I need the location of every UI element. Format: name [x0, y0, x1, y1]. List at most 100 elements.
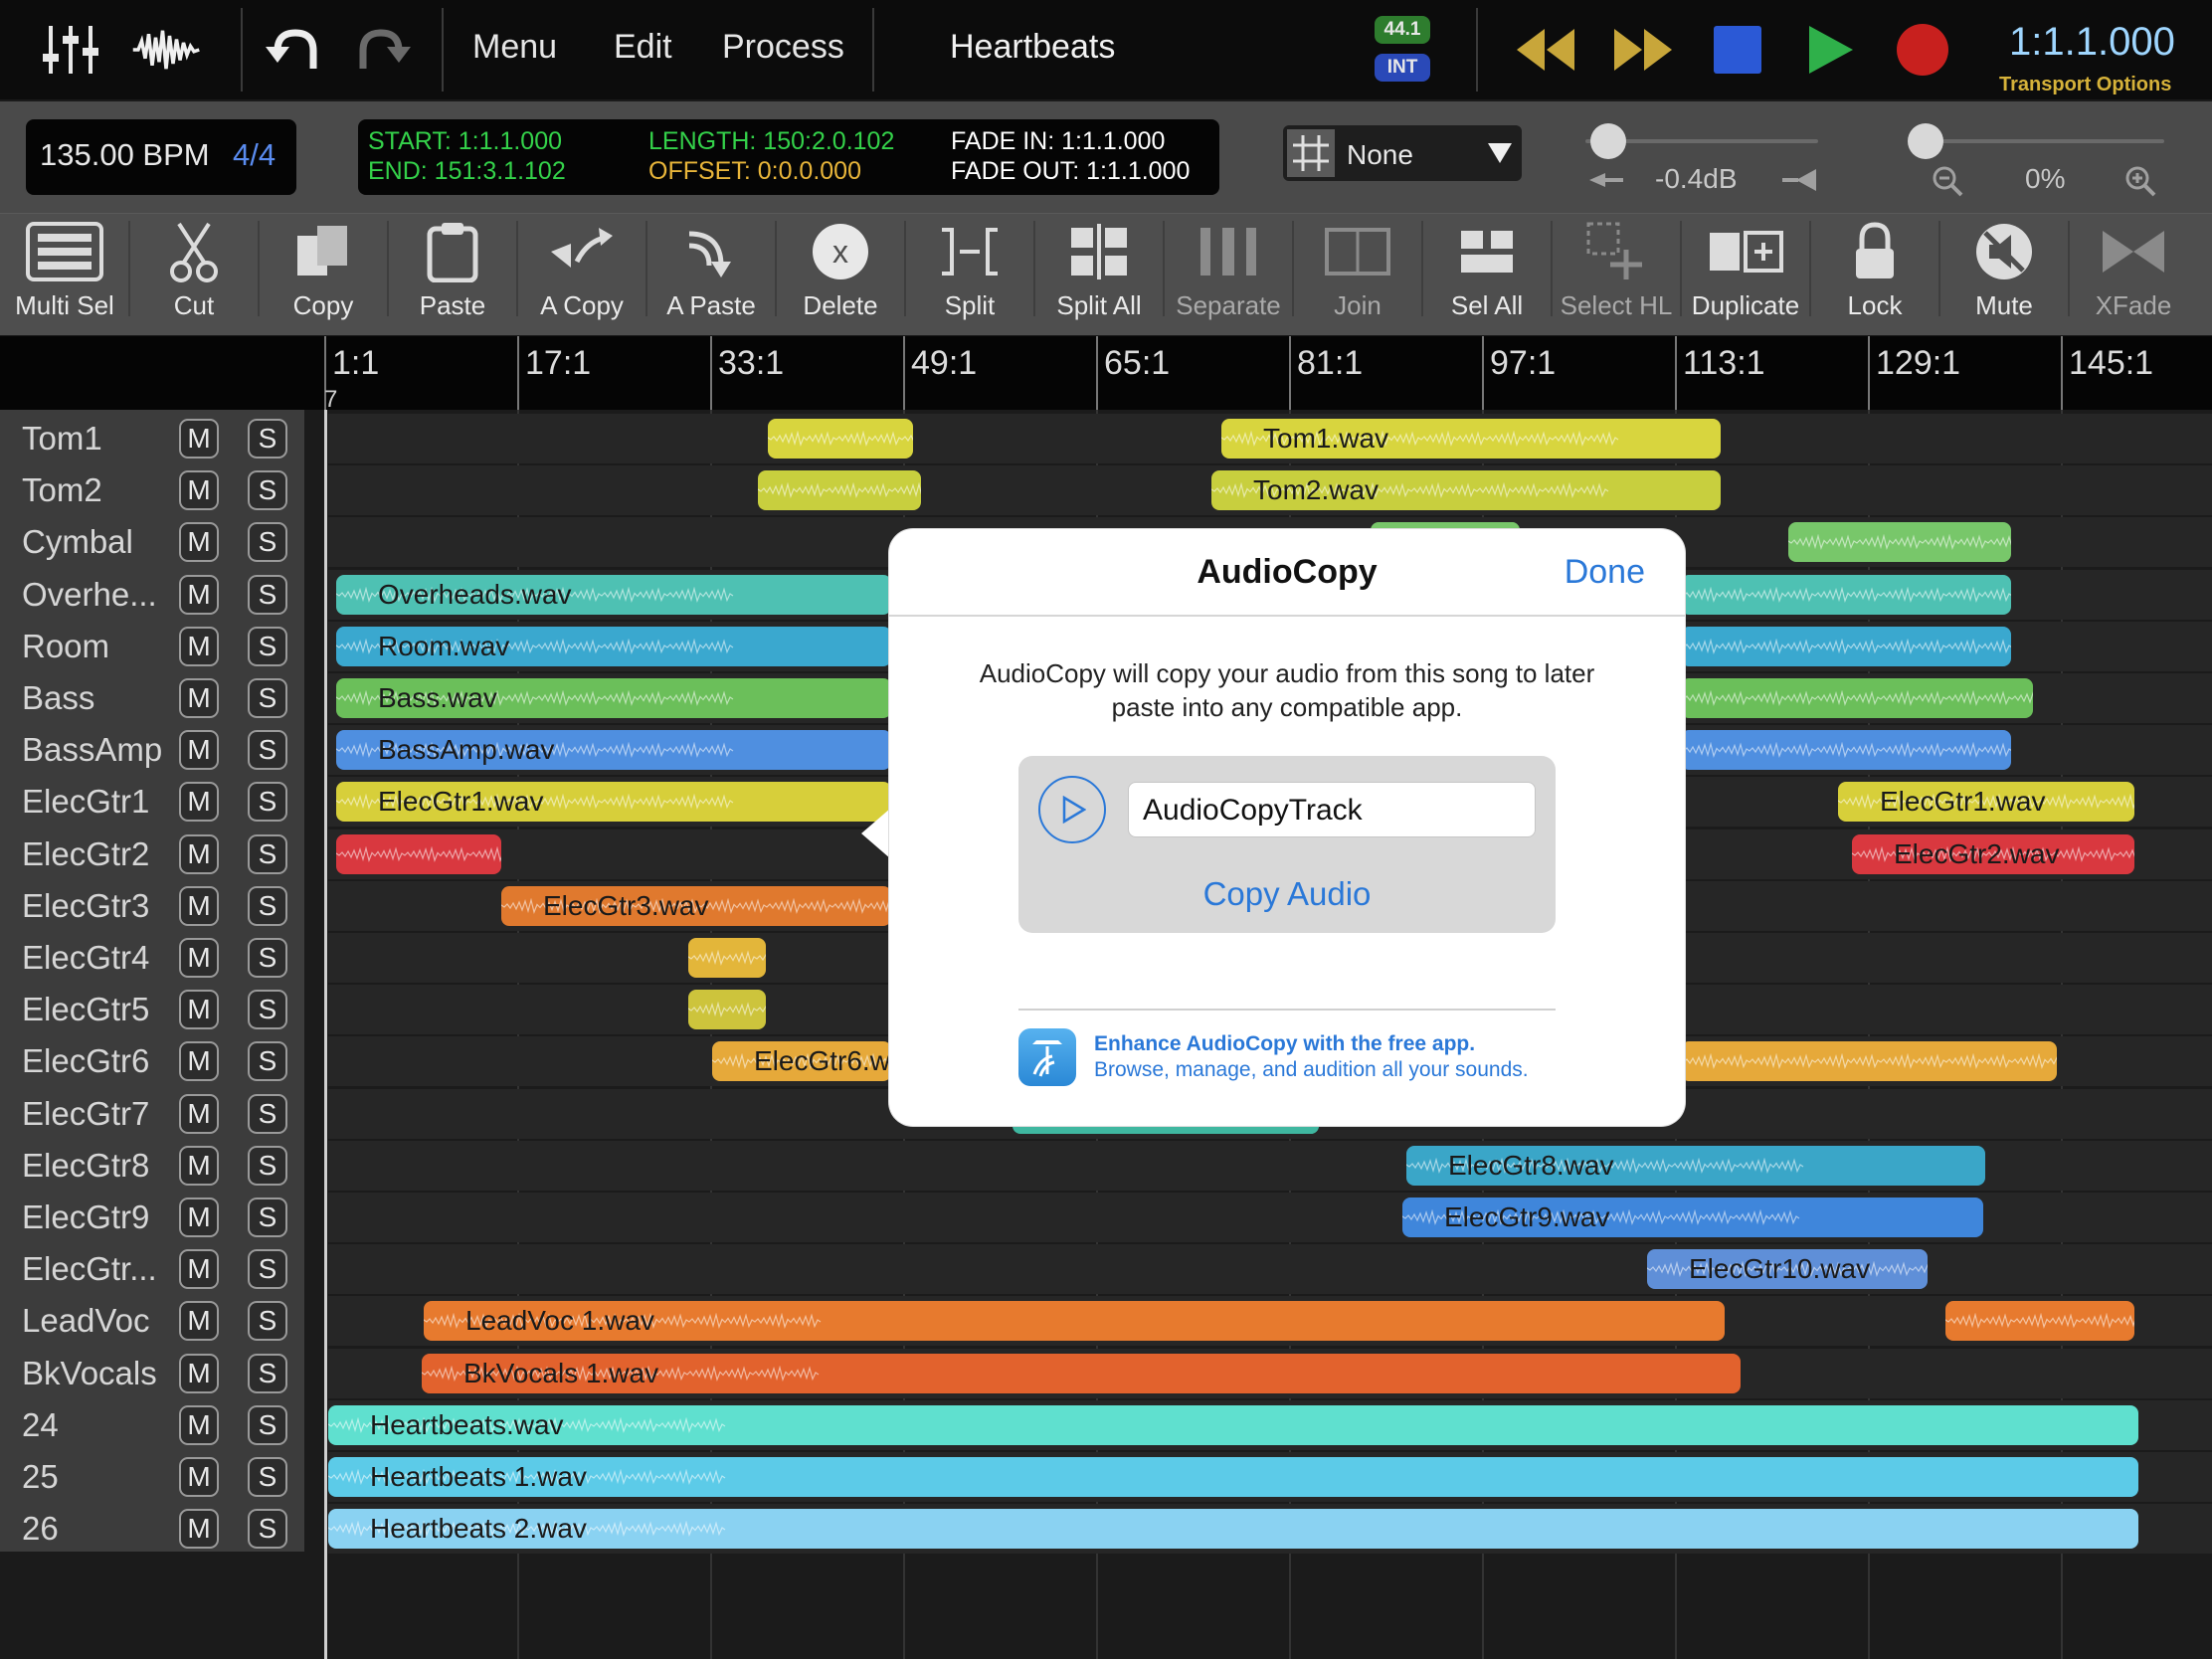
- solo-button[interactable]: S: [248, 1249, 287, 1290]
- mute-button[interactable]: M: [179, 990, 219, 1030]
- solo-button[interactable]: S: [248, 833, 287, 874]
- audio-clip[interactable]: Room.wav: [336, 626, 891, 666]
- mute-button[interactable]: M: [179, 1041, 219, 1082]
- mute-button[interactable]: M: [179, 574, 219, 615]
- audio-clip[interactable]: Heartbeats.wav: [328, 1404, 2138, 1445]
- track-name[interactable]: ElecGtr2: [22, 835, 149, 873]
- tool-split[interactable]: Split: [905, 213, 1034, 332]
- mute-button[interactable]: M: [179, 1457, 219, 1497]
- track-name[interactable]: ElecGtr8: [22, 1147, 149, 1185]
- track-name[interactable]: Cymbal: [22, 523, 133, 561]
- audio-clip[interactable]: [1681, 1041, 2057, 1082]
- audio-clip[interactable]: Tom2.wav: [1211, 470, 1721, 511]
- audio-clip[interactable]: LeadVoc 1.wav: [424, 1301, 1725, 1342]
- audio-clip[interactable]: [1945, 1301, 2134, 1342]
- mute-button[interactable]: M: [179, 1301, 219, 1342]
- tool-multi-sel[interactable]: Multi Sel: [0, 213, 129, 332]
- mute-button[interactable]: M: [179, 522, 219, 563]
- mute-button[interactable]: M: [179, 1509, 219, 1550]
- mute-button[interactable]: M: [179, 678, 219, 718]
- audio-clip[interactable]: Overheads.wav: [336, 574, 891, 615]
- mute-button[interactable]: M: [179, 782, 219, 823]
- transport-options-link[interactable]: Transport Options: [1999, 74, 2171, 96]
- track-name[interactable]: ElecGtr...: [22, 1250, 157, 1288]
- menu-process[interactable]: Process: [722, 28, 844, 67]
- mute-button[interactable]: M: [179, 1404, 219, 1445]
- solo-button[interactable]: S: [248, 1457, 287, 1497]
- fast-forward-icon[interactable]: [1609, 18, 1679, 82]
- zoom-out-icon[interactable]: [1932, 165, 1963, 197]
- track-name[interactable]: Tom2: [22, 471, 102, 509]
- audio-clip[interactable]: [1681, 678, 2033, 718]
- stop-icon[interactable]: [1703, 18, 1772, 82]
- rewind-icon[interactable]: [1510, 18, 1579, 82]
- tool-join[interactable]: Join: [1293, 213, 1422, 332]
- audio-clip[interactable]: ElecGtr1.wav: [1838, 782, 2134, 823]
- clock-source-badge[interactable]: INT: [1375, 54, 1430, 82]
- track-name[interactable]: ElecGtr4: [22, 939, 149, 977]
- track-name[interactable]: Overhe...: [22, 576, 157, 614]
- tool-lock[interactable]: Lock: [1810, 213, 1939, 332]
- tool-a-paste[interactable]: A Paste: [646, 213, 776, 332]
- solo-button[interactable]: S: [248, 1509, 287, 1550]
- mute-button[interactable]: M: [179, 730, 219, 771]
- audio-clip[interactable]: Heartbeats 2.wav: [328, 1509, 2138, 1550]
- tool-mute[interactable]: Mute: [1939, 213, 2069, 332]
- track-name[interactable]: LeadVoc: [22, 1302, 149, 1340]
- solo-button[interactable]: S: [248, 1353, 287, 1393]
- tool-paste[interactable]: Paste: [388, 213, 517, 332]
- track-name[interactable]: ElecGtr6: [22, 1042, 149, 1080]
- solo-button[interactable]: S: [248, 1198, 287, 1237]
- audio-clip[interactable]: [688, 938, 766, 978]
- audio-clip[interactable]: [336, 833, 501, 874]
- tool-select-hl[interactable]: Select HL: [1552, 213, 1681, 332]
- audio-clip[interactable]: [1788, 522, 2011, 563]
- tempo-box[interactable]: 135.00 BPM 4/4: [26, 119, 296, 195]
- track-name[interactable]: Tom1: [22, 420, 102, 458]
- track-name[interactable]: ElecGtr1: [22, 783, 149, 821]
- audio-clip[interactable]: ElecGtr10.wav: [1647, 1249, 1928, 1290]
- undo-icon[interactable]: [257, 18, 326, 82]
- mixer-icon[interactable]: [36, 18, 105, 82]
- enhance-link-subtitle[interactable]: Browse, manage, and audition all your so…: [1094, 1058, 1529, 1082]
- mute-button[interactable]: M: [179, 419, 219, 459]
- solo-button[interactable]: S: [248, 470, 287, 511]
- mute-button[interactable]: M: [179, 885, 219, 926]
- menu-menu[interactable]: Menu: [472, 28, 557, 67]
- solo-button[interactable]: S: [248, 1145, 287, 1186]
- audio-clip[interactable]: ElecGtr3.wav: [501, 885, 891, 926]
- solo-button[interactable]: S: [248, 782, 287, 823]
- solo-button[interactable]: S: [248, 522, 287, 563]
- tool-copy[interactable]: Copy: [259, 213, 388, 332]
- track-lane[interactable]: [328, 1244, 2212, 1295]
- mute-button[interactable]: M: [179, 1145, 219, 1186]
- audio-clip[interactable]: Heartbeats 1.wav: [328, 1457, 2138, 1497]
- tool-xfade[interactable]: XFade: [2069, 213, 2198, 332]
- tool-separate[interactable]: Separate: [1164, 213, 1293, 332]
- solo-button[interactable]: S: [248, 1093, 287, 1134]
- audio-clip[interactable]: BkVocals 1.wav: [422, 1353, 1741, 1393]
- mute-button[interactable]: M: [179, 626, 219, 666]
- audio-clip[interactable]: ElecGtr6.wav: [712, 1041, 891, 1082]
- audio-clip[interactable]: [758, 470, 921, 511]
- zoom-slider-knob[interactable]: [1908, 123, 1943, 159]
- mute-button[interactable]: M: [179, 1198, 219, 1237]
- audio-clip[interactable]: Tom1.wav: [1221, 419, 1721, 459]
- solo-button[interactable]: S: [248, 938, 287, 978]
- solo-button[interactable]: S: [248, 626, 287, 666]
- play-icon[interactable]: [1796, 18, 1866, 82]
- track-name[interactable]: 26: [22, 1510, 59, 1548]
- tool-duplicate[interactable]: Duplicate: [1681, 213, 1810, 332]
- playhead-line[interactable]: [324, 410, 327, 1659]
- audio-clip[interactable]: ElecGtr9.wav: [1402, 1198, 1983, 1237]
- track-name[interactable]: Room: [22, 628, 109, 665]
- done-button[interactable]: Done: [1565, 553, 1645, 592]
- audio-clip[interactable]: ElecGtr8.wav: [1406, 1145, 1985, 1186]
- track-name[interactable]: Bass: [22, 679, 94, 717]
- track-name[interactable]: ElecGtr9: [22, 1198, 149, 1236]
- solo-button[interactable]: S: [248, 730, 287, 771]
- record-icon[interactable]: [1888, 18, 1957, 82]
- solo-button[interactable]: S: [248, 990, 287, 1030]
- zoom-in-icon[interactable]: [2124, 165, 2156, 197]
- zoom-slider[interactable]: [1926, 139, 2164, 143]
